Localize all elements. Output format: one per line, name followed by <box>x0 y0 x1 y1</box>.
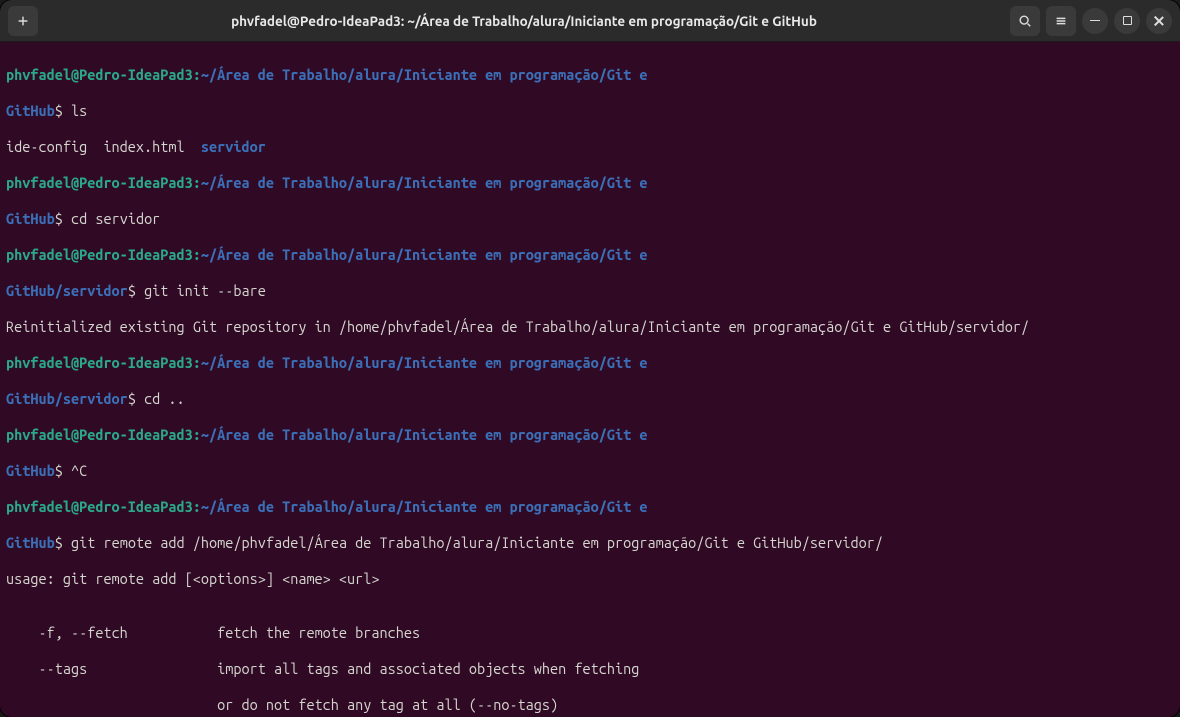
minimize-button[interactable] <box>1082 8 1108 34</box>
cmd-git-init: git init --bare <box>144 282 266 299</box>
cmd-cd-up: cd .. <box>144 390 185 407</box>
maximize-button[interactable] <box>1114 8 1140 34</box>
cmd-ls: ls <box>71 102 87 119</box>
cmd-cd-servidor: cd servidor <box>71 210 160 227</box>
terminal-body[interactable]: phvfadel@Pedro-IdeaPad3:~/Área de Trabal… <box>0 42 1180 717</box>
output-opt-tags: --tags import all tags and associated ob… <box>6 660 639 677</box>
output-reinit: Reinitialized existing Git repository in… <box>6 318 1029 335</box>
terminal-window: phvfadel@Pedro-IdeaPad3: ~/Área de Traba… <box>0 0 1180 717</box>
new-tab-button[interactable] <box>8 6 38 36</box>
output-usage: usage: git remote add [<options>] <name>… <box>6 570 380 587</box>
window-title: phvfadel@Pedro-IdeaPad3: ~/Área de Traba… <box>46 13 1002 29</box>
prompt-user: phvfadel@Pedro-IdeaPad3 <box>6 66 193 83</box>
titlebar: phvfadel@Pedro-IdeaPad3: ~/Área de Traba… <box>0 0 1180 42</box>
ls-output-plain: ide-config index.html <box>6 138 201 155</box>
search-button[interactable] <box>1010 6 1040 36</box>
ls-output-dir: servidor <box>201 138 266 155</box>
menu-button[interactable] <box>1046 6 1076 36</box>
cmd-git-remote-add: git remote add /home/phvfadel/Área de Tr… <box>71 534 883 551</box>
prompt-path: ~/Área de Trabalho/alura/Iniciante em pr… <box>201 66 656 83</box>
output-opt-f: -f, --fetch fetch the remote branches <box>6 624 420 641</box>
close-button[interactable] <box>1146 8 1172 34</box>
cmd-ctrlc: ^C <box>71 462 87 479</box>
